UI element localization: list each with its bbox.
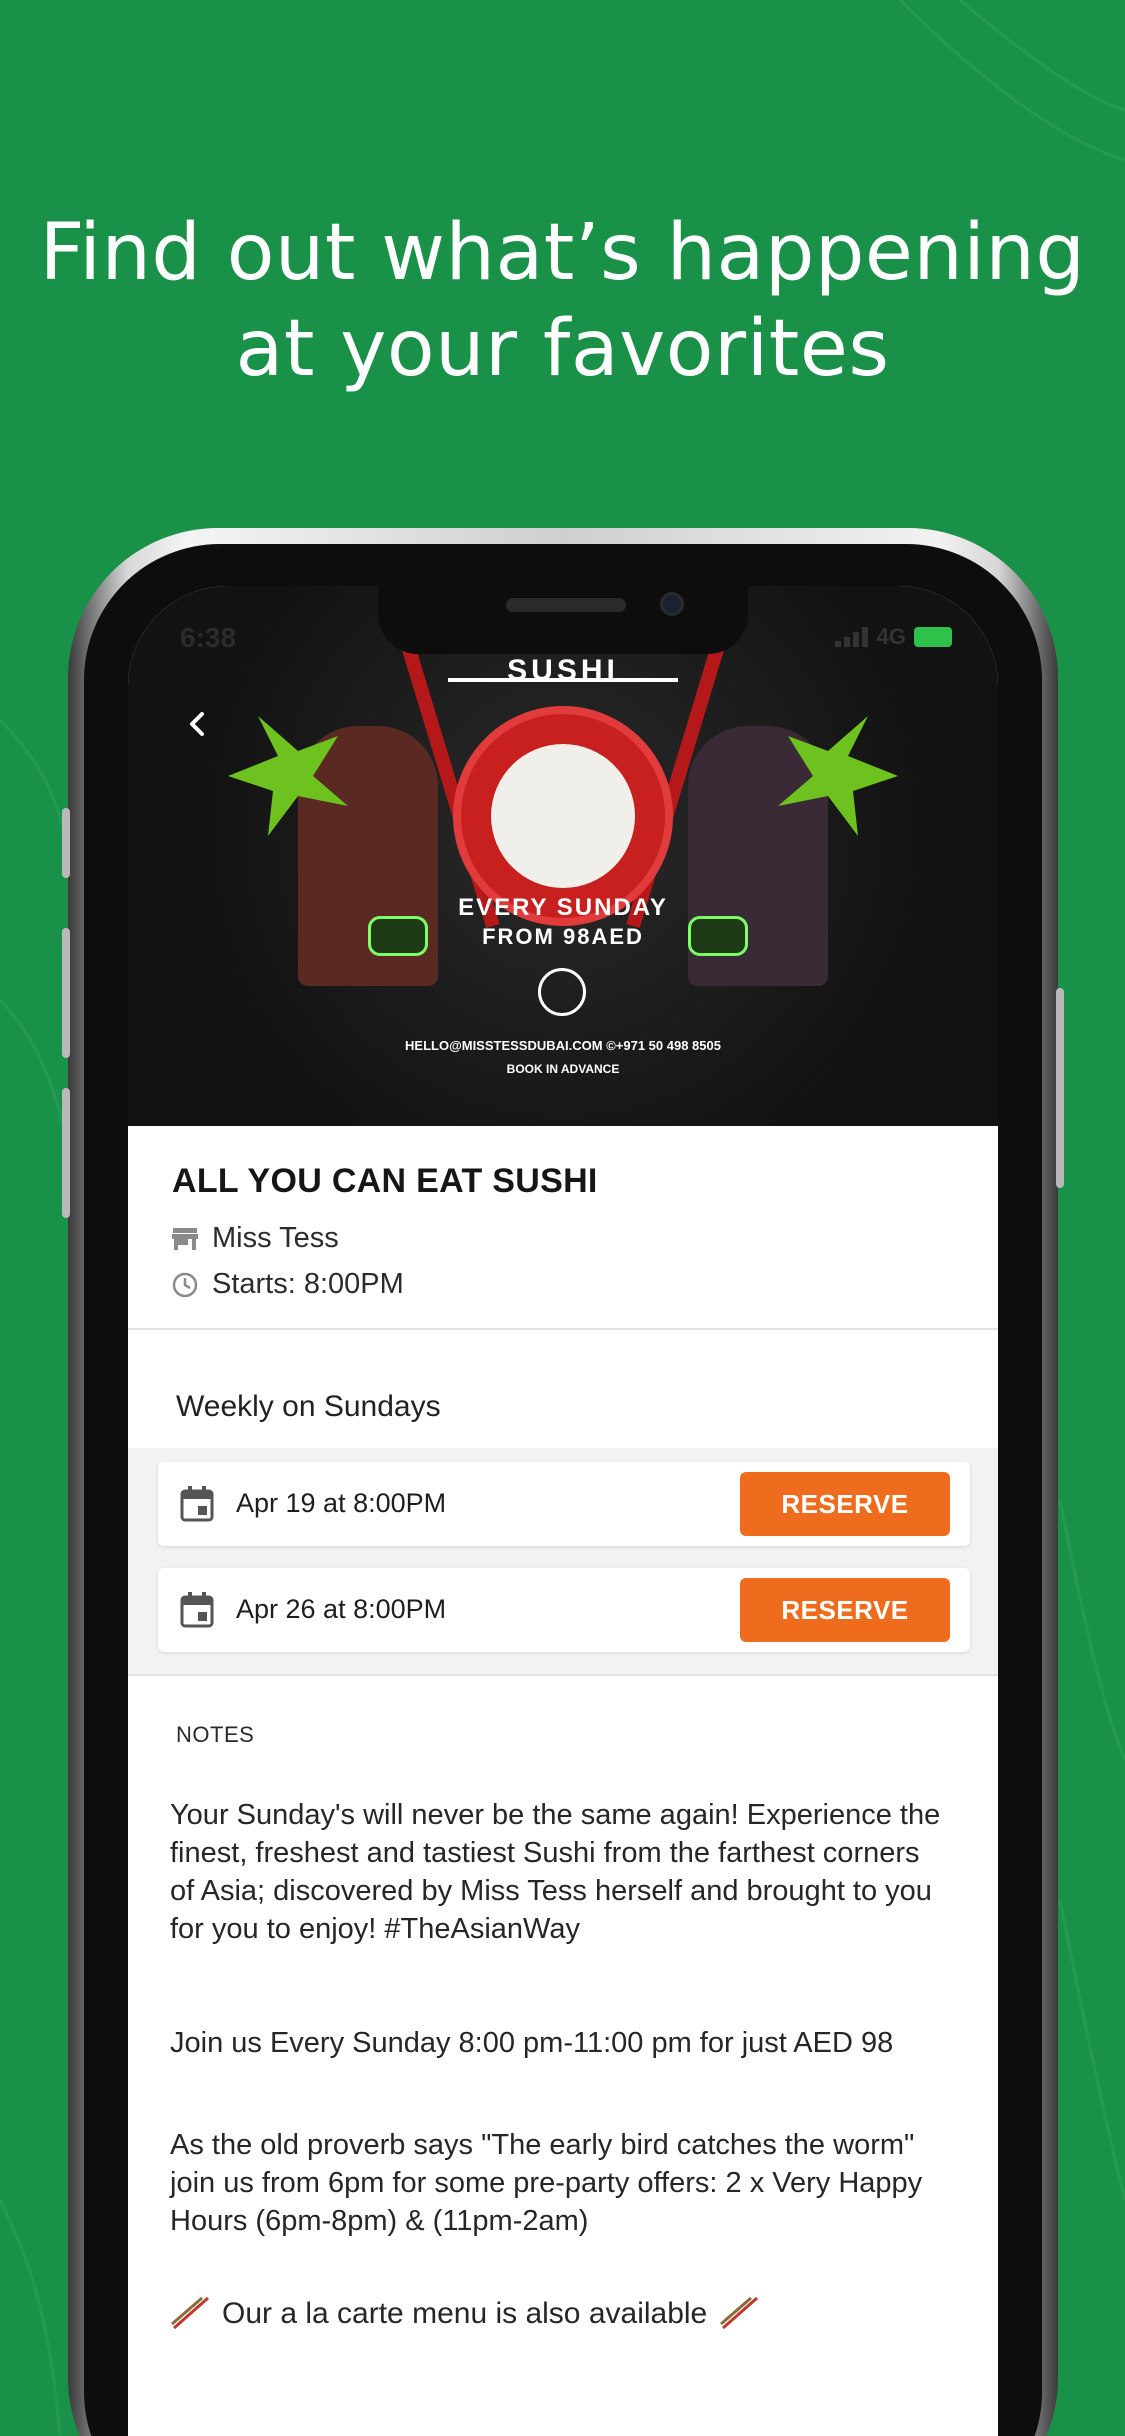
- power-button: [1056, 988, 1064, 1188]
- divider: [128, 1674, 998, 1676]
- status-bar: 6:38 4G: [128, 586, 998, 656]
- calendar-icon: [180, 1592, 214, 1628]
- date-label: Apr 26 at 8:00PM: [236, 1594, 447, 1624]
- green-splash-left: [228, 716, 348, 836]
- status-indicators: 4G: [834, 624, 952, 650]
- start-time-row: Starts: 8:00PM: [172, 1268, 404, 1301]
- date-label: Apr 19 at 8:00PM: [236, 1488, 447, 1518]
- notes-paragraph-3: As the old proverb says "The early bird …: [170, 2129, 923, 2237]
- venue-name: Miss Tess: [212, 1222, 339, 1254]
- headline-line-1: Find out what’s happening: [39, 208, 1086, 298]
- notes-label: NOTES: [176, 1722, 255, 1747]
- date-card-2: Apr 26 at 8:00PM RESERVE: [158, 1568, 970, 1652]
- battery-icon: [914, 627, 952, 647]
- promo-line-2: FROM 98AED: [482, 924, 644, 949]
- clock-icon: [172, 1272, 198, 1297]
- hero-logo-icon: [538, 968, 586, 1016]
- volume-up-button: [62, 928, 70, 1058]
- start-time: Starts: 8:00PM: [212, 1268, 404, 1300]
- dates-list: Apr 19 at 8:00PM RESERVE Apr 26 at 8:00P…: [128, 1448, 998, 1674]
- promo-line-1: EVERY SUNDAY: [458, 894, 668, 921]
- sushi-plate: [453, 706, 673, 926]
- store-icon: [172, 1227, 198, 1250]
- venue-row[interactable]: Miss Tess: [172, 1222, 339, 1255]
- sushi-plate-inner: [491, 744, 635, 888]
- chopsticks-icon: [720, 2296, 759, 2330]
- reserve-button[interactable]: RESERVE: [740, 1472, 950, 1536]
- event-hero-image: SUSHI EVERY SUNDAY FROM 98AED HELLO@MISS…: [128, 586, 998, 1126]
- carte-line: Our a la carte menu is also available: [170, 2296, 759, 2332]
- date-card-1: Apr 19 at 8:00PM RESERVE: [158, 1462, 970, 1546]
- carte-text: Our a la carte menu is also available: [222, 2297, 708, 2330]
- recurrence-label: Weekly on Sundays: [176, 1390, 441, 1423]
- chevron-left-icon: [190, 712, 204, 736]
- hero-book-note: BOOK IN ADVANCE: [506, 1062, 620, 1076]
- signal-icon: [834, 627, 868, 647]
- headline: Find out what’s happening at your favori…: [0, 205, 1125, 397]
- app-screen: 6:38 4G SUSHI EVERY SUNDAY FROM 98AED HE…: [128, 586, 998, 2436]
- mute-switch: [62, 808, 70, 878]
- network-type: 4G: [876, 624, 906, 649]
- notes-paragraph-1: Your Sunday's will never be the same aga…: [170, 1799, 941, 1945]
- green-splash-right: [778, 716, 898, 836]
- calendar-icon: [180, 1486, 214, 1522]
- divider: [128, 1328, 998, 1330]
- reserve-button[interactable]: RESERVE: [740, 1578, 950, 1642]
- notes-paragraph-2: Join us Every Sunday 8:00 pm-11:00 pm fo…: [170, 2027, 894, 2059]
- headline-line-2: at your favorites: [235, 304, 890, 394]
- volume-down-button: [62, 1088, 70, 1218]
- hero-contact: HELLO@MISSTESSDUBAI.COM ©+971 50 498 850…: [405, 1038, 721, 1053]
- phone-frame: 6:38 4G SUSHI EVERY SUNDAY FROM 98AED HE…: [62, 528, 1064, 2436]
- chopsticks-icon: [171, 2296, 209, 2330]
- event-title: ALL YOU CAN EAT SUSHI: [172, 1162, 598, 1200]
- status-time: 6:38: [180, 622, 237, 653]
- back-button[interactable]: [178, 704, 218, 744]
